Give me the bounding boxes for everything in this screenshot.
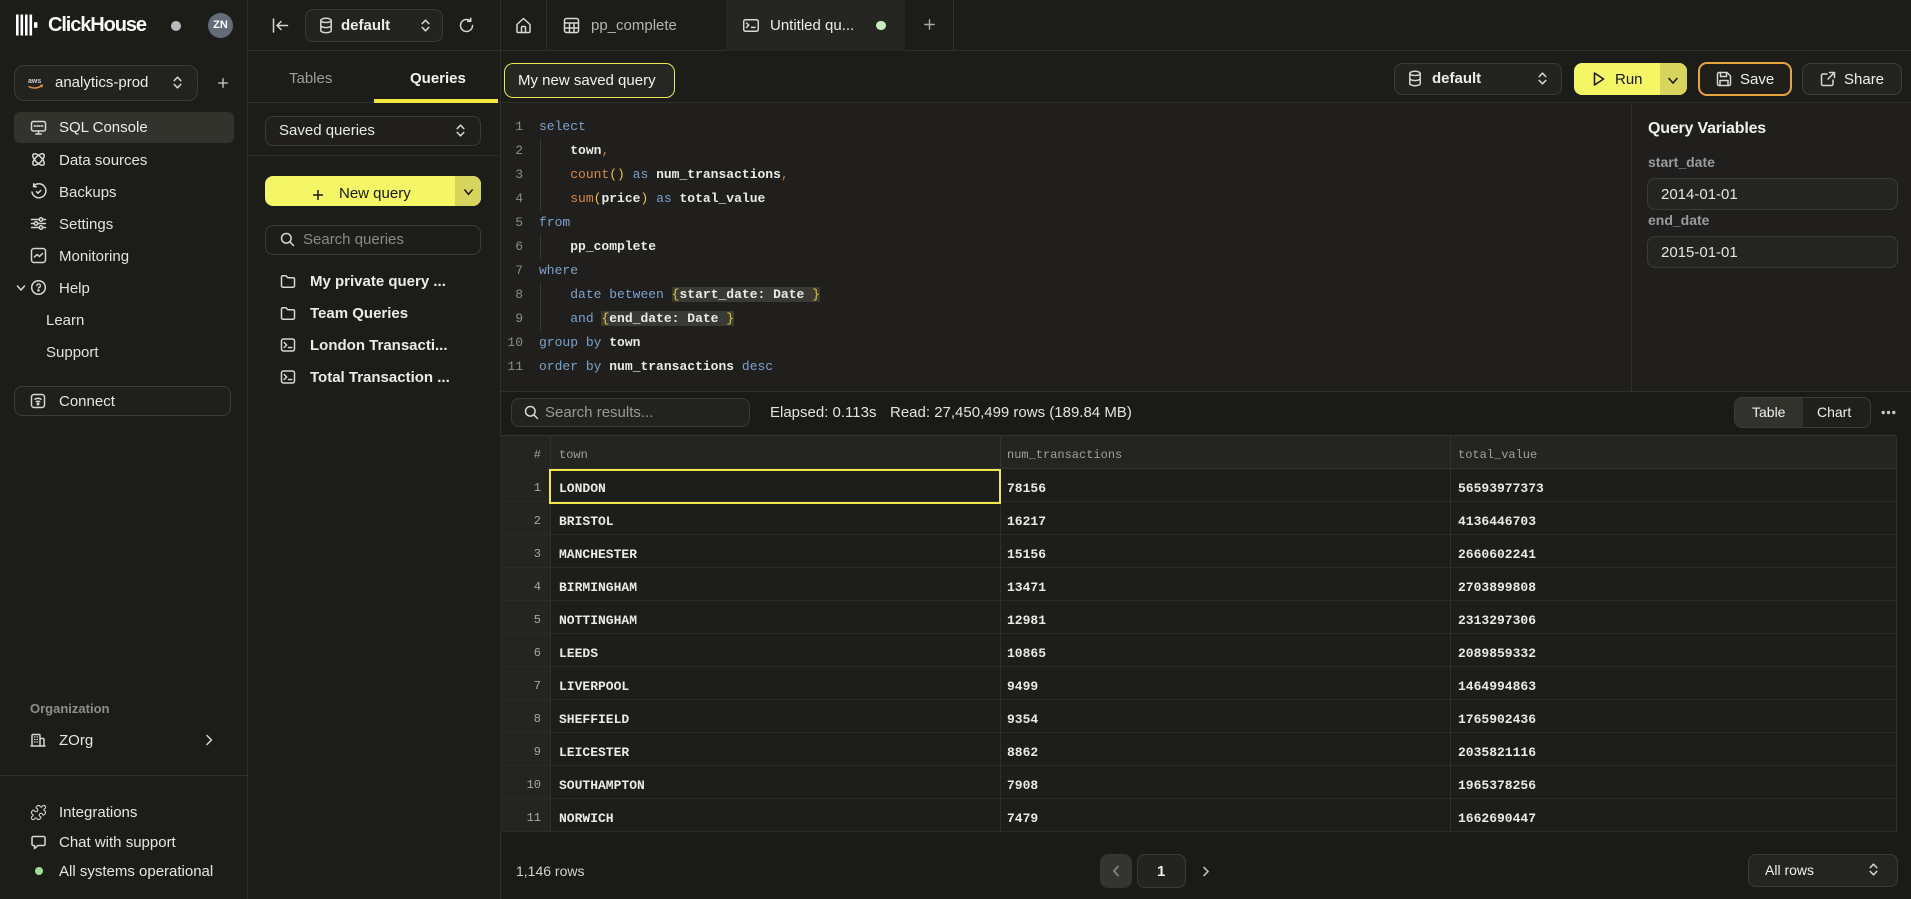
- svg-text:aws: aws: [28, 78, 41, 85]
